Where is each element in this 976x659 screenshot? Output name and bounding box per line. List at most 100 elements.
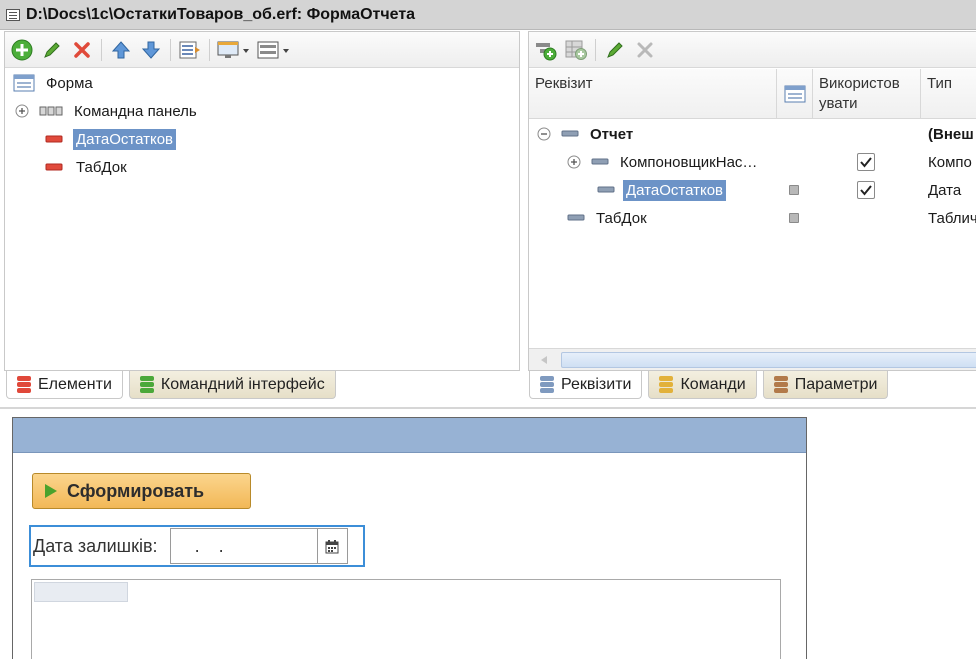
tab-label: Командний інтерфейс (160, 375, 325, 393)
commands-icon (659, 375, 674, 394)
requisite-type: (Внеш (925, 121, 976, 147)
form-icon (784, 85, 805, 103)
requisite-type: Дата (925, 177, 964, 203)
toolbar-separator (209, 38, 210, 61)
horizontal-scrollbar[interactable] (529, 348, 976, 370)
edit-requisite-button[interactable] (602, 37, 628, 63)
title-bar: D:\Docs\1c\ОстаткиТоваров_об.erf: ФормаО… (0, 0, 976, 30)
form-properties-icon (179, 41, 200, 58)
form-properties-button[interactable] (177, 37, 203, 63)
generate-button-label: Сформировать (67, 480, 205, 501)
arrow-left-icon (541, 356, 547, 364)
column-label-line: увати (819, 95, 858, 112)
field-icon (45, 163, 63, 171)
column-type[interactable]: Тип (921, 69, 976, 119)
requisite-type-label: Таблич (928, 209, 976, 227)
scroll-thumb[interactable] (561, 352, 976, 368)
tab-elements[interactable]: Елементи (6, 371, 123, 399)
toolbar-separator (101, 38, 102, 61)
form-flag-indicator[interactable] (789, 185, 799, 195)
elements-toolbar (5, 32, 519, 68)
date-field-group: Дата залишків: . . (29, 525, 365, 567)
column-requisite[interactable]: Реквізит (529, 69, 777, 119)
use-checkbox[interactable] (857, 153, 875, 171)
requisite-label: ТабДок (596, 209, 647, 227)
requisite-label: ДатаОстатков (623, 179, 727, 201)
checkmark-icon (860, 157, 872, 168)
tab-commands[interactable]: Команди (648, 371, 757, 399)
requisite-icon (561, 130, 579, 137)
tab-label: Команди (680, 375, 746, 393)
arrow-down-icon (141, 41, 161, 59)
requisite-label: КомпоновщикНас… (620, 153, 758, 171)
tree-item-label: Форма (46, 74, 93, 92)
column-label: Тип (927, 75, 953, 92)
arrow-up-icon (111, 40, 131, 58)
tab-label: Елементи (38, 375, 112, 393)
column-form-flag[interactable] (777, 69, 813, 119)
requisite-row-report[interactable]: Отчет (537, 121, 636, 147)
tab-label: Реквізити (561, 375, 632, 393)
tree-item-form[interactable]: Форма (13, 70, 96, 96)
requisite-icon (567, 214, 585, 221)
requisite-row-tabdoc[interactable]: ТабДок (567, 205, 650, 231)
requisite-type-label: Дата (928, 181, 962, 199)
spreadsheet-cell[interactable] (34, 582, 128, 602)
tree-item-label: Командна панель (74, 102, 197, 120)
tree-item-label: ДатаОстатков (73, 128, 177, 150)
elements-icon (17, 375, 31, 394)
elements-tabs: Елементи Командний інтерфейс (6, 371, 336, 399)
spreadsheet-document[interactable] (31, 579, 781, 659)
command-bar-icon (39, 106, 63, 116)
requisite-icon (591, 158, 609, 165)
requisite-type: Таблич (925, 205, 976, 231)
requisites-grid-header: Реквізит Використов увати Тип (529, 69, 976, 119)
parameters-icon (773, 375, 788, 394)
add-requisite-icon (536, 42, 557, 60)
pencil-icon (44, 41, 60, 58)
add-button[interactable] (9, 37, 35, 63)
requisite-row-date[interactable]: ДатаОстатков (597, 177, 727, 203)
tab-command-interface[interactable]: Командний інтерфейс (128, 371, 336, 399)
monitor-icon (217, 41, 249, 58)
add-requisite-button[interactable] (533, 37, 559, 63)
delete-requisite-button[interactable] (632, 37, 658, 63)
preview-dropdown[interactable] (216, 37, 252, 63)
calendar-button[interactable] (317, 528, 348, 564)
expand-icon[interactable] (15, 104, 29, 118)
column-label: Реквізит (535, 75, 593, 92)
date-input[interactable]: . . (169, 528, 318, 564)
splitter[interactable] (0, 407, 976, 409)
edit-button[interactable] (39, 37, 65, 63)
column-use[interactable]: Використов увати (813, 69, 921, 119)
move-up-button[interactable] (108, 37, 134, 63)
move-down-button[interactable] (138, 37, 164, 63)
delete-button[interactable] (69, 37, 95, 63)
tab-parameters[interactable]: Параметри (762, 371, 889, 399)
form-icon (13, 74, 35, 92)
requisites-toolbar (529, 32, 976, 68)
form-preview: Сформировать Дата залишків: . . (12, 417, 807, 659)
expand-icon[interactable] (567, 155, 581, 169)
form-flag-indicator[interactable] (789, 213, 799, 223)
scroll-left-button[interactable] (529, 349, 559, 370)
toolbar-separator (595, 38, 596, 61)
requisite-row-composer[interactable]: КомпоновщикНас… (567, 149, 760, 175)
tree-item-command-bar[interactable]: Командна панель (15, 98, 200, 124)
tree-item-date-field[interactable]: ДатаОстатков (45, 126, 177, 152)
pencil-icon (607, 41, 623, 58)
use-checkbox[interactable] (857, 181, 875, 199)
collapse-icon[interactable] (537, 127, 551, 141)
requisite-label: Отчет (590, 125, 634, 143)
tab-requisites[interactable]: Реквізити (529, 371, 643, 399)
tree-item-tabdoc[interactable]: ТабДок (45, 154, 130, 180)
requisites-icon (540, 375, 554, 394)
play-icon (45, 484, 57, 498)
layout-dropdown[interactable] (256, 37, 292, 63)
add-table-icon (565, 40, 587, 60)
date-label: Дата залишків: (33, 535, 158, 556)
add-table-button[interactable] (563, 37, 589, 63)
toolbar-separator (170, 38, 171, 61)
generate-button[interactable]: Сформировать (32, 473, 251, 509)
tree-item-label: ТабДок (76, 158, 127, 176)
